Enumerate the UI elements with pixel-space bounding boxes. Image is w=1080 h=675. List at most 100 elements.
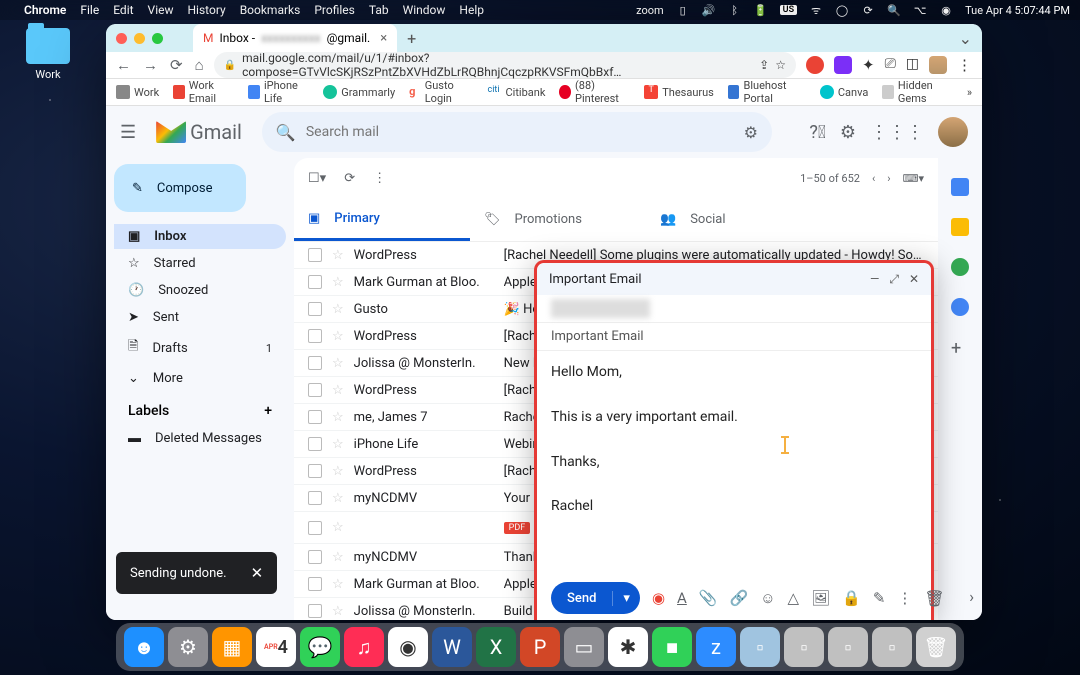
dock-app4[interactable]: ▫ bbox=[872, 627, 912, 667]
bookmark-gusto[interactable]: gGusto Login bbox=[409, 79, 473, 105]
back-button[interactable]: ← bbox=[116, 56, 131, 74]
maximize-window-button[interactable] bbox=[152, 33, 163, 44]
dock-excel[interactable]: X bbox=[476, 627, 516, 667]
send-button[interactable]: Send ▾ bbox=[551, 582, 640, 614]
row-checkbox[interactable] bbox=[308, 604, 322, 618]
add-addon-icon[interactable]: + bbox=[951, 338, 969, 356]
close-compose-icon[interactable]: ✕ bbox=[909, 272, 919, 287]
bookmarks-overflow-icon[interactable]: » bbox=[967, 86, 972, 99]
dock-settings[interactable]: ⚙ bbox=[168, 627, 208, 667]
select-all-checkbox[interactable]: ☐▾ bbox=[308, 171, 326, 186]
zoom-status[interactable]: zoom bbox=[636, 4, 664, 17]
extensions-icon[interactable]: ✦ bbox=[862, 56, 875, 74]
format-color-icon[interactable]: ◉ bbox=[652, 589, 665, 607]
dock-finder[interactable]: ☻ bbox=[124, 627, 164, 667]
dock-preview[interactable]: ▫ bbox=[740, 627, 780, 667]
attach-icon[interactable]: 📎 bbox=[699, 589, 718, 607]
dock-zoom[interactable]: z bbox=[696, 627, 736, 667]
tab-social[interactable]: 👥Social bbox=[646, 198, 822, 241]
chrome-menu-icon[interactable]: ⋮ bbox=[957, 56, 972, 74]
tab-overflow-icon[interactable]: ⌄ bbox=[959, 29, 972, 48]
browser-tab[interactable]: M Inbox - xxxxxxxxxx @gmail. × bbox=[193, 24, 397, 52]
row-star-icon[interactable]: ☆ bbox=[332, 302, 344, 317]
row-checkbox[interactable] bbox=[308, 275, 322, 289]
input-source[interactable]: US bbox=[780, 5, 797, 15]
link-icon[interactable]: 🔗 bbox=[730, 589, 749, 607]
row-star-icon[interactable]: ☆ bbox=[332, 464, 344, 479]
bookmark-pinterest[interactable]: (88) Pinterest bbox=[559, 79, 630, 105]
bookmark-hidden-gems[interactable]: Hidden Gems bbox=[882, 79, 953, 105]
dock-app2[interactable]: ▫ bbox=[784, 627, 824, 667]
format-text-icon[interactable]: A bbox=[677, 589, 687, 607]
more-actions-icon[interactable]: ⋮ bbox=[373, 171, 386, 186]
label-deleted[interactable]: ▬Deleted Messages bbox=[114, 425, 286, 451]
search-icon[interactable]: 🔍 bbox=[887, 3, 901, 17]
minimize-compose-icon[interactable]: — bbox=[870, 272, 879, 287]
row-star-icon[interactable]: ☆ bbox=[332, 437, 344, 452]
menu-help[interactable]: Help bbox=[459, 3, 484, 17]
search-bar[interactable]: 🔍 ⚙ bbox=[262, 112, 772, 152]
apps-icon[interactable]: ⋮⋮⋮ bbox=[870, 122, 924, 143]
gmail-logo[interactable]: Gmail bbox=[156, 120, 242, 144]
menu-tab[interactable]: Tab bbox=[369, 3, 389, 17]
row-checkbox[interactable] bbox=[308, 521, 322, 535]
share-icon[interactable]: ⇪ bbox=[759, 58, 769, 72]
to-field[interactable]: xxx bbox=[537, 295, 931, 323]
more-options-icon[interactable]: ⋮ bbox=[897, 589, 912, 607]
main-menu-icon[interactable]: ☰ bbox=[120, 122, 136, 143]
battery-icon[interactable]: 🔋 bbox=[754, 3, 768, 17]
wifi-icon[interactable]: ᯤ bbox=[809, 3, 823, 17]
bookmark-iphone-life[interactable]: iPhone Life bbox=[248, 79, 309, 105]
close-window-button[interactable] bbox=[116, 33, 127, 44]
new-tab-button[interactable]: + bbox=[407, 29, 416, 48]
forward-button[interactable]: → bbox=[143, 56, 158, 74]
row-star-icon[interactable]: ☆ bbox=[332, 550, 344, 565]
dock-chrome[interactable]: ◉ bbox=[388, 627, 428, 667]
dock-app3[interactable]: ▫ bbox=[828, 627, 868, 667]
dock-powerpoint[interactable]: P bbox=[520, 627, 560, 667]
siri-icon[interactable]: ◉ bbox=[939, 3, 953, 17]
user-icon[interactable]: ◯ bbox=[835, 3, 849, 17]
bluetooth-icon[interactable]: ᛒ bbox=[728, 3, 742, 17]
row-star-icon[interactable]: ☆ bbox=[332, 356, 344, 371]
image-icon[interactable]: 🖼 bbox=[811, 589, 830, 607]
tasks-addon-icon[interactable] bbox=[951, 258, 969, 276]
contacts-addon-icon[interactable] bbox=[951, 298, 969, 316]
row-checkbox[interactable] bbox=[308, 248, 322, 262]
extension-1[interactable] bbox=[806, 56, 824, 74]
row-star-icon[interactable]: ☆ bbox=[332, 520, 344, 535]
nav-drafts[interactable]: 🗎Drafts1 bbox=[114, 332, 286, 364]
keep-addon-icon[interactable] bbox=[951, 218, 969, 236]
bookmark-work[interactable]: Work bbox=[116, 85, 159, 99]
app-menu[interactable]: Chrome bbox=[24, 3, 66, 17]
row-star-icon[interactable]: ☆ bbox=[332, 491, 344, 506]
row-checkbox[interactable] bbox=[308, 356, 322, 370]
row-star-icon[interactable]: ☆ bbox=[332, 248, 344, 263]
row-star-icon[interactable]: ☆ bbox=[332, 604, 344, 619]
close-tab-icon[interactable]: × bbox=[380, 31, 387, 46]
row-checkbox[interactable] bbox=[308, 577, 322, 591]
input-tools-icon[interactable]: ⌨▾ bbox=[903, 172, 924, 185]
send-options-icon[interactable]: ▾ bbox=[612, 591, 640, 606]
address-bar[interactable]: 🔒 mail.google.com/mail/u/1/#inbox?compos… bbox=[214, 52, 796, 78]
search-options-icon[interactable]: ⚙ bbox=[744, 123, 758, 142]
bookmark-star-icon[interactable]: ☆ bbox=[775, 58, 786, 72]
desktop-folder-work[interactable]: Work bbox=[18, 28, 78, 81]
row-star-icon[interactable]: ☆ bbox=[332, 275, 344, 290]
menu-view[interactable]: View bbox=[148, 3, 174, 17]
signature-icon[interactable]: ✎ bbox=[873, 589, 886, 607]
profile-avatar[interactable] bbox=[929, 56, 947, 74]
nav-more[interactable]: ⌄More bbox=[114, 366, 286, 391]
bookmark-canva[interactable]: Canva bbox=[820, 85, 868, 99]
row-star-icon[interactable]: ☆ bbox=[332, 577, 344, 592]
bookmark-bluehost[interactable]: Bluehost Portal bbox=[728, 79, 806, 105]
search-input[interactable] bbox=[306, 124, 734, 140]
dock-facetime[interactable]: ■ bbox=[652, 627, 692, 667]
bookmark-work-email[interactable]: Work Email bbox=[173, 79, 234, 105]
discard-draft-icon[interactable]: 🗑 bbox=[924, 589, 944, 608]
next-page-icon[interactable]: › bbox=[887, 172, 890, 185]
dock-trash[interactable]: 🗑 bbox=[916, 627, 956, 667]
menu-edit[interactable]: Edit bbox=[113, 3, 133, 17]
drive-icon[interactable]: △ bbox=[788, 589, 800, 607]
row-checkbox[interactable] bbox=[308, 383, 322, 397]
